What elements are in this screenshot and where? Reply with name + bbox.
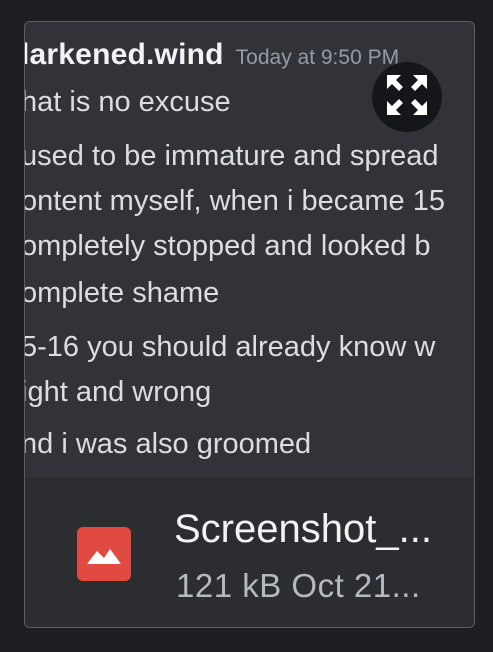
expand-icon	[384, 72, 430, 122]
message-header: larkened.wind Today at 9:50 PM	[25, 38, 399, 72]
attachment-card[interactable]: larkened.wind Today at 9:50 PM hat is no …	[24, 21, 475, 628]
expand-button[interactable]	[372, 62, 442, 132]
image-preview[interactable]: larkened.wind Today at 9:50 PM hat is no …	[25, 22, 474, 477]
message-line: ompletely stopped and looked b	[25, 230, 431, 262]
file-meta: 121 kB Oct 21...	[176, 567, 421, 604]
timestamp: Today at 9:50 PM	[235, 46, 400, 69]
file-name[interactable]: Screenshot_...	[174, 507, 432, 552]
message-line: used to be immature and spread	[25, 140, 439, 172]
message-line: omplete shame	[25, 277, 220, 309]
message-line: ight and wrong	[25, 376, 212, 408]
message-line: hat is no excuse	[25, 86, 231, 118]
message-line: nd i was also groomed	[25, 428, 312, 460]
username: larkened.wind	[25, 38, 224, 71]
attachment-info: Screenshot_... 121 kB Oct 21...	[25, 477, 474, 627]
message-line: ontent myself, when i became 15	[25, 185, 445, 217]
message-line: 5-16 you should already know w	[25, 331, 436, 363]
image-file-icon	[77, 527, 131, 581]
